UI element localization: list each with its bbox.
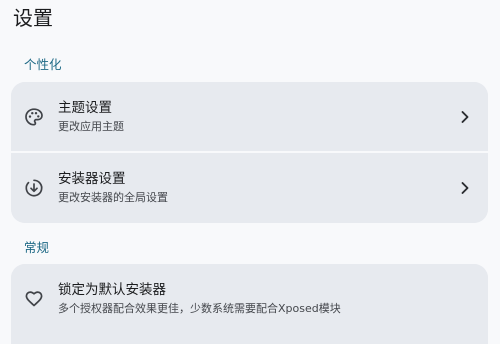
settings-item-theme[interactable]: 主题设置 更改应用主题: [11, 82, 488, 151]
settings-group-general: 锁定为默认安装器 多个授权器配合效果更佳，少数系统需要配合Xposed模块: [11, 264, 488, 344]
settings-item-title: 主题设置: [58, 100, 112, 116]
palette-icon: [24, 107, 44, 127]
settings-item-installer[interactable]: 安装器设置 更改安装器的全局设置: [11, 153, 488, 223]
settings-item-title: 安装器设置: [58, 171, 126, 187]
chevron-right-icon: [460, 110, 470, 124]
page-title: 设置: [13, 6, 53, 30]
settings-item-subtitle: 更改应用主题: [58, 120, 124, 133]
download-circle-icon: [24, 178, 44, 198]
heart-icon: [24, 289, 44, 309]
settings-item-default-installer[interactable]: 锁定为默认安装器 多个授权器配合效果更佳，少数系统需要配合Xposed模块: [11, 264, 488, 344]
settings-item-subtitle: 更改安装器的全局设置: [58, 191, 168, 204]
section-header-personalization: 个性化: [24, 57, 62, 72]
chevron-right-icon: [460, 181, 470, 195]
settings-item-subtitle: 多个授权器配合效果更佳，少数系统需要配合Xposed模块: [58, 302, 341, 315]
settings-group-personalization: 主题设置 更改应用主题 安装器设置 更改安装器的全局设置: [11, 82, 488, 223]
settings-item-title: 锁定为默认安装器: [58, 282, 166, 298]
section-header-general: 常规: [24, 240, 50, 255]
